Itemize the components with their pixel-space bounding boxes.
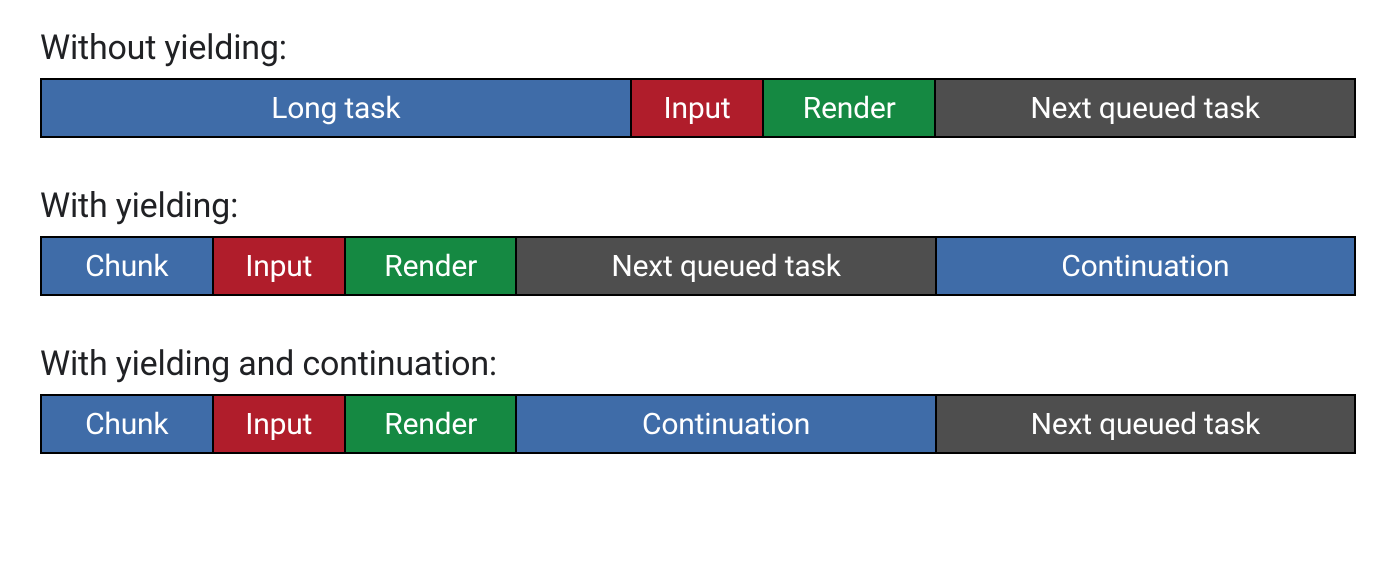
segment-chunk: Chunk: [42, 396, 214, 452]
segment-input: Input: [632, 80, 765, 136]
segment-continuation: Continuation: [937, 238, 1354, 294]
segment-render: Render: [346, 396, 518, 452]
timeline-bar: Long task Input Render Next queued task: [40, 78, 1356, 138]
segment-chunk: Chunk: [42, 238, 214, 294]
section-title: With yielding:: [40, 186, 1356, 226]
timeline-bar: Chunk Input Render Next queued task Cont…: [40, 236, 1356, 296]
section-without-yielding: Without yielding: Long task Input Render…: [40, 28, 1356, 138]
section-title: With yielding and continuation:: [40, 344, 1356, 384]
segment-next-queued: Next queued task: [517, 238, 936, 294]
segment-input: Input: [214, 396, 346, 452]
timeline-bar: Chunk Input Render Continuation Next que…: [40, 394, 1356, 454]
segment-continuation: Continuation: [517, 396, 936, 452]
segment-next-queued: Next queued task: [937, 396, 1354, 452]
section-with-yielding-and-continuation: With yielding and continuation: Chunk In…: [40, 344, 1356, 454]
segment-input: Input: [214, 238, 346, 294]
section-title: Without yielding:: [40, 28, 1356, 68]
segment-render: Render: [346, 238, 518, 294]
segment-long-task: Long task: [42, 80, 632, 136]
segment-next-queued: Next queued task: [936, 80, 1354, 136]
segment-render: Render: [764, 80, 936, 136]
section-with-yielding: With yielding: Chunk Input Render Next q…: [40, 186, 1356, 296]
